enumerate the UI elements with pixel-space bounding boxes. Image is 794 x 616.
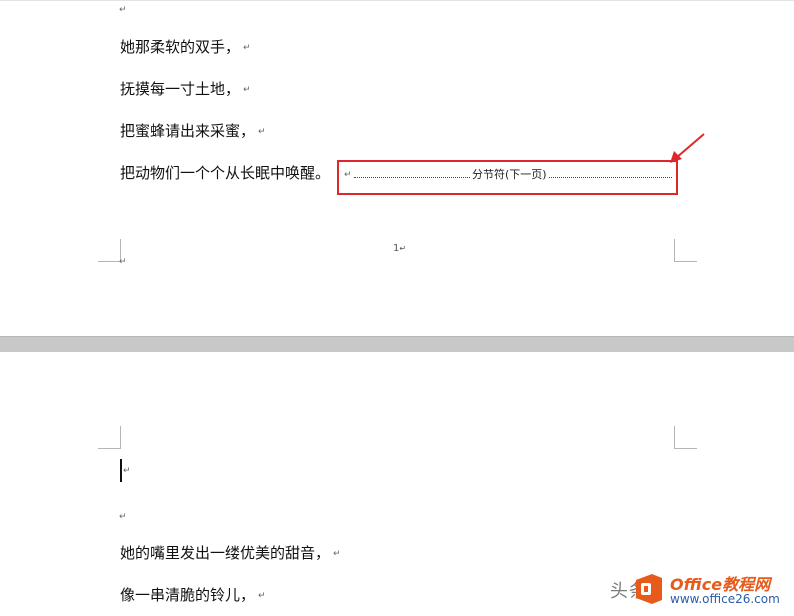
margin-corner-top-left	[98, 426, 121, 449]
highlight-box	[337, 160, 678, 195]
paragraph-mark: ↵	[119, 257, 127, 267]
paragraph-mark: ↵	[119, 512, 127, 522]
watermark-url: www.office26.com	[670, 592, 780, 606]
paragraph-mark: ↵	[333, 548, 341, 559]
arrow-icon	[670, 133, 705, 163]
paragraph-mark: ↵	[258, 590, 266, 601]
line-text: 像一串清脆的铃儿，	[120, 586, 256, 604]
watermark: 头条 Office教程网 www.office26.com	[608, 568, 794, 616]
document-line[interactable]: 她的嘴里发出一缕优美的甜音， ↵	[120, 544, 341, 563]
line-text: 她的嘴里发出一缕优美的甜音，	[120, 544, 331, 562]
document-line[interactable]: 把蜜蜂请出来采蜜， ↵	[120, 122, 266, 141]
paragraph-mark: ↵	[258, 126, 266, 137]
margin-corner-bottom-right	[674, 239, 697, 262]
line-text: 抚摸每一寸土地，	[120, 80, 241, 98]
paragraph-mark: ↵	[119, 5, 127, 15]
document-line[interactable]: 把动物们一个个从长眠中唤醒。	[120, 164, 330, 182]
paragraph-mark: ↵	[399, 244, 407, 253]
margin-corner-top-right	[674, 426, 697, 449]
margin-corner-bottom-left	[98, 239, 121, 262]
page-gap	[0, 336, 794, 352]
page-number: 1↵	[393, 243, 406, 254]
line-text: 把蜜蜂请出来采蜜，	[120, 122, 256, 140]
paragraph-mark: ↵	[243, 42, 251, 53]
line-text: 把动物们一个个从长眠中唤醒。	[120, 164, 331, 182]
document-line[interactable]: 抚摸每一寸土地， ↵	[120, 80, 251, 99]
document-line[interactable]: 她那柔软的双手， ↵	[120, 38, 251, 57]
line-text: 她那柔软的双手，	[120, 38, 241, 56]
document-line[interactable]: 像一串清脆的铃儿， ↵	[120, 586, 266, 605]
paragraph-mark: ↵	[243, 84, 251, 95]
office-logo-icon	[636, 574, 662, 604]
document-page-1: ↵ 她那柔软的双手， ↵ 抚摸每一寸土地， ↵ 把蜜蜂请出来采蜜， ↵ 把动物们一个个…	[0, 0, 794, 336]
text-cursor	[120, 459, 122, 482]
paragraph-mark: ↵	[123, 466, 131, 476]
